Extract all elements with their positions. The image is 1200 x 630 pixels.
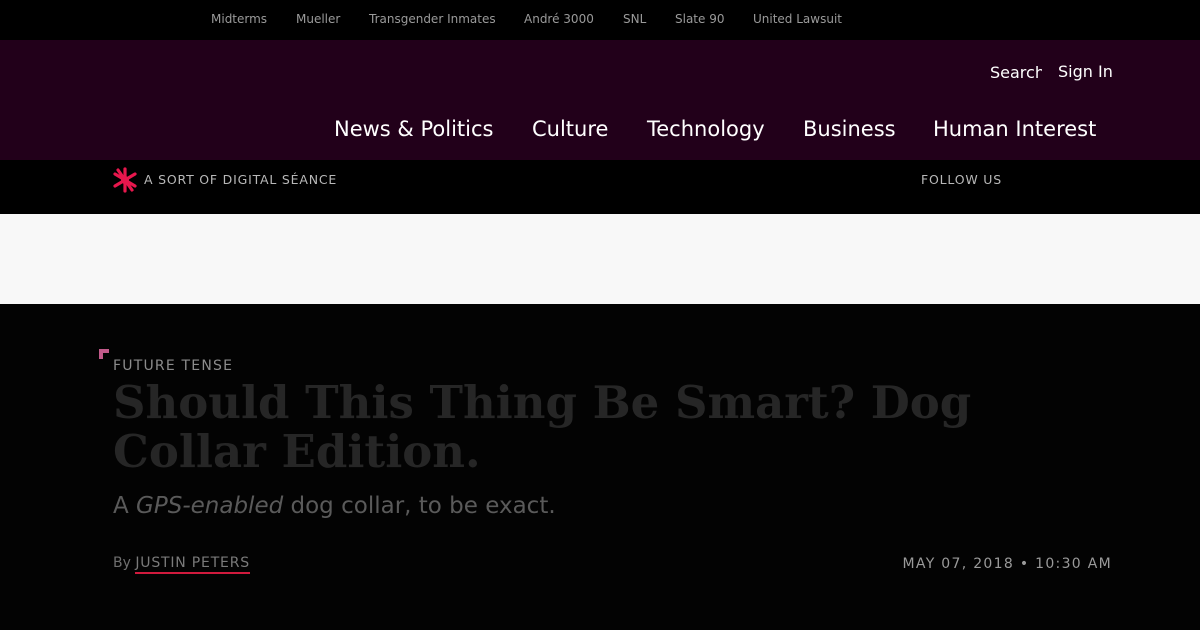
trending-link-slate-90[interactable]: Slate 90 (675, 12, 724, 26)
trending-link-transgender-inmates[interactable]: Transgender Inmates (369, 12, 496, 26)
dek-emphasis: GPS-enabled (136, 493, 284, 519)
section-kicker[interactable]: FUTURE TENSE (113, 358, 233, 374)
article-header: FUTURE TENSE Should This Thing Be Smart?… (0, 304, 1200, 630)
dek-text-end: dog collar, to be exact. (283, 493, 556, 519)
trending-bar: Midterms Mueller Transgender Inmates And… (0, 0, 1200, 40)
nav-human-interest[interactable]: Human Interest (933, 117, 1096, 141)
dek-text-start: A (113, 493, 137, 519)
nav-news-politics[interactable]: News & Politics (334, 117, 493, 141)
publish-dateline: MAY 07, 2018 • 10:30 AM (903, 556, 1112, 572)
trending-link-andre-3000[interactable]: André 3000 (524, 12, 594, 26)
corner-accent-icon (99, 344, 109, 359)
trending-link-mueller[interactable]: Mueller (296, 12, 340, 26)
date-separator: • (1019, 556, 1030, 572)
publish-time: 10:30 AM (1035, 556, 1112, 572)
byline: By JUSTIN PETERS (113, 555, 250, 574)
nav-culture[interactable]: Culture (532, 117, 608, 141)
byline-prefix: By (113, 555, 131, 571)
slate-starburst-icon[interactable] (112, 166, 138, 194)
site-tagline: A SORT OF DIGITAL SÉANCE (144, 172, 338, 187)
sign-in-link[interactable]: Sign In (1058, 62, 1113, 81)
nav-business[interactable]: Business (803, 117, 896, 141)
follow-us-link[interactable]: FOLLOW US (921, 172, 1002, 187)
publish-date: MAY 07, 2018 (902, 556, 1015, 572)
tagline-bar: A SORT OF DIGITAL SÉANCE FOLLOW US (0, 160, 1200, 214)
author-link[interactable]: JUSTIN PETERS (135, 555, 250, 574)
trending-link-united-lawsuit[interactable]: United Lawsuit (753, 12, 842, 26)
article-dek: A GPS-enabled dog collar, to be exact. (113, 493, 556, 519)
site-header: Sign In News & Politics Culture Technolo… (0, 40, 1200, 160)
ad-placeholder (0, 214, 1200, 304)
trending-link-snl[interactable]: SNL (623, 12, 646, 26)
search-input[interactable] (986, 60, 1042, 84)
trending-link-midterms[interactable]: Midterms (211, 12, 267, 26)
article-headline: Should This Thing Be Smart? Dog Collar E… (113, 376, 972, 478)
nav-technology[interactable]: Technology (647, 117, 765, 141)
